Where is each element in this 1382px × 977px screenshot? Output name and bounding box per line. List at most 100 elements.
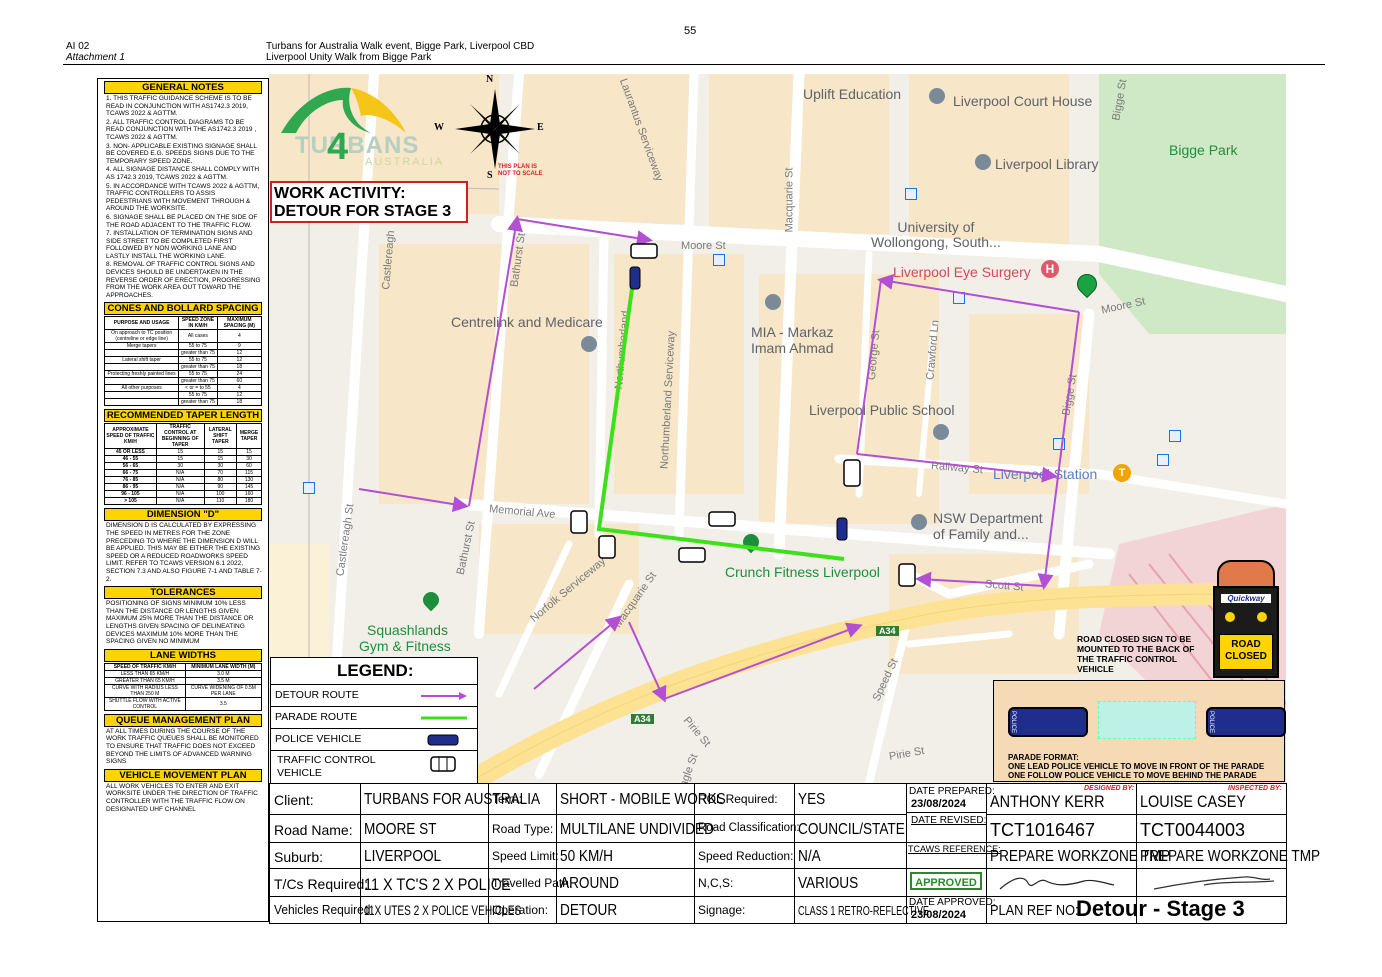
cones-cell: greater than 75 xyxy=(178,363,218,372)
taper-cell: 180 xyxy=(236,497,262,506)
taper-header-cell: TRAFFIC CONTROL AT BEGINNING OF TAPER xyxy=(155,423,205,450)
cones-cell xyxy=(103,363,180,372)
date-prepared-label: DATE PREPARED: xyxy=(909,786,995,797)
taper-cell: 60 xyxy=(236,462,262,471)
taper-cell: 66 - 75 xyxy=(104,469,157,478)
general-note: 3. NON- APPLICABLE EXISTING SIGNAGE SHAL… xyxy=(106,142,257,165)
taper-cell: 130 xyxy=(236,476,262,485)
legend-row-detour: DETOUR ROUTE xyxy=(271,684,477,707)
taper-cell: > 105 xyxy=(104,497,157,506)
signature-2 xyxy=(1153,876,1275,890)
inspected-by-value: LOUISE CASEY xyxy=(1140,792,1247,811)
cones-cell: 18 xyxy=(216,398,263,407)
taper-cell: 90 xyxy=(203,483,238,492)
lane-header-cell: MINIMUM LANE WIDTH (M) xyxy=(184,662,263,671)
cones-cell: 18 xyxy=(216,363,263,372)
cones-cell xyxy=(103,349,180,358)
parade-format-title: PARADE FORMAT: xyxy=(1008,753,1079,762)
date-approved-value: 23/08/2024 xyxy=(911,909,967,921)
operation-value: DETOUR xyxy=(560,902,618,919)
tc-required-value: 11 X TC'S 2 X POLICE xyxy=(364,875,511,894)
legend-label-detour: DETOUR ROUTE xyxy=(275,689,359,701)
cones-table: PURPOSE AND USAGE SPEED ZONE IN KM/H MAXIM… xyxy=(103,316,263,407)
queue-title: QUEUE MANAGEMENT PLAN xyxy=(104,713,262,727)
cones-cell: 60 xyxy=(216,377,263,386)
event-title: Turbans for Australia Walk event, Bigge … xyxy=(266,41,535,52)
parade-area xyxy=(1098,701,1196,739)
general-notes-title: GENERAL NOTES xyxy=(104,81,262,94)
road-class-label: Road Classification: xyxy=(698,822,800,834)
designed-by-value: ANTHONY KERR xyxy=(990,792,1105,811)
cones-cell: 12 xyxy=(216,391,263,400)
tct-number-1: TCT1016467 xyxy=(990,820,1096,840)
cones-cell: greater than 75 xyxy=(178,349,218,358)
lane-cell: CURVE WIDENING OF 0.5M PER LANE xyxy=(184,683,263,698)
cones-cell: 4 xyxy=(216,329,263,344)
taper-cell: 15 xyxy=(236,448,262,457)
lane-cell: 3.0 M xyxy=(184,669,263,678)
cones-cell: 55 to 75 xyxy=(178,370,218,379)
road-closed-note: ROAD CLOSED SIGN TO BE MOUNTED TO THE BA… xyxy=(1077,634,1195,674)
detour-route xyxy=(358,215,1080,703)
operation-label: Operation: xyxy=(492,903,549,917)
cones-cell: All other purposes xyxy=(103,384,180,393)
taper-cell: N/A xyxy=(155,497,205,506)
road-class-value: COUNCIL/STATE xyxy=(798,821,905,838)
road-name-value: MOORE ST xyxy=(364,821,437,838)
police-label-follow: POLICE xyxy=(1208,711,1214,734)
taper-header-cell: APPROXIMATE SPEED OF TRAFFIC KM/H xyxy=(104,423,157,450)
plan-ref-label: PLAN REF NO: xyxy=(990,902,1079,919)
cones-header-cell: SPEED ZONE IN KM/H xyxy=(178,316,218,331)
taper-header-cell: MERGE TAPER xyxy=(236,423,262,450)
approved-stamp: APPROVED xyxy=(910,872,982,890)
tolerances-text: POSITIONING OF SIGNS MINIMUM 10% LESS TH… xyxy=(106,600,254,646)
signature-1 xyxy=(999,877,1115,890)
taper-cell: 70 xyxy=(203,469,238,478)
lane-cell: CURVE WITH RADIUS LESS THAN 250 M xyxy=(104,683,186,698)
cones-cell xyxy=(103,377,180,386)
agenda-ref: AI 02 xyxy=(66,41,90,52)
notes-sidebar: GENERAL NOTES 1. THIS TRAFFIC GUIDANCE S… xyxy=(97,78,269,922)
general-note: 1. THIS TRAFFIC GUIDANCE SCHEME IS TO BE… xyxy=(106,95,252,118)
road-closed-text-1: ROAD xyxy=(1231,639,1261,650)
page-number: 55 xyxy=(684,25,697,37)
taper-cell: 30 xyxy=(203,462,238,471)
rol-label: ROL Required: xyxy=(698,792,778,806)
legend-row-tc-vehicle: TRAFFIC CONTROL VEHICLE xyxy=(271,750,477,787)
road-type-label: Road Type: xyxy=(492,822,554,836)
legend: LEGEND: DETOUR ROUTE PARADE ROUTE POLICE… xyxy=(270,657,478,787)
cones-header-cell: MAXIMUM SPACING (M) xyxy=(216,316,263,331)
green-line-icon xyxy=(421,716,467,720)
taper-cell: 30 xyxy=(236,455,262,464)
lane-cell: 3.5 xyxy=(184,696,263,711)
lane-widths-table: SPEED OF TRAFFIC KM/H MINIMUM LANE WIDTH … xyxy=(104,662,263,711)
cones-cell: 9 xyxy=(216,342,263,351)
lane-cell: LESS THAN 65 KM/H xyxy=(104,669,186,678)
lane-widths-title: LANE WIDTHS xyxy=(104,648,262,662)
cones-cell xyxy=(103,398,180,407)
police-label-lead: POLICE xyxy=(1010,711,1016,734)
ncs-label: N,C,S: xyxy=(698,876,734,890)
attachment-ref: Attachment 1 xyxy=(66,52,125,63)
taper-cell: 145 xyxy=(236,483,262,492)
taper-cell: N/A xyxy=(155,483,205,492)
general-note: 4. ALL SIGNAGE DISTANCE SHALL COMPLY WIT… xyxy=(106,166,260,181)
taper-cell: 15 xyxy=(203,448,238,457)
tolerances-title: TOLERANCES xyxy=(104,586,262,600)
lane-header-cell: SPEED OF TRAFFIC KM/H xyxy=(104,662,186,671)
taper-cell: 15 xyxy=(155,455,205,464)
cones-cell: Merge tapers xyxy=(103,342,180,351)
date-prepared-value: 23/08/2024 xyxy=(911,798,967,810)
cones-cell: greater than 75 xyxy=(178,377,218,386)
legend-label-parade: PARADE ROUTE xyxy=(275,711,358,723)
traffic-control-vehicle-icon xyxy=(570,243,916,587)
travelled-path-value: AROUND xyxy=(560,875,619,892)
taper-cell: 15 xyxy=(203,455,238,464)
taper-cell: N/A xyxy=(155,469,205,478)
cones-cell: Protecting freshly painted lines xyxy=(103,370,180,379)
taper-cell: 96 - 105 xyxy=(104,490,157,499)
cones-cell: 55 to 75 xyxy=(178,342,218,351)
cones-cell: 12 xyxy=(216,356,263,365)
general-note: 7. INSTALLATION OF TERMINATION SIGNS AND… xyxy=(106,230,253,260)
cones-cell: 12 xyxy=(216,349,263,358)
